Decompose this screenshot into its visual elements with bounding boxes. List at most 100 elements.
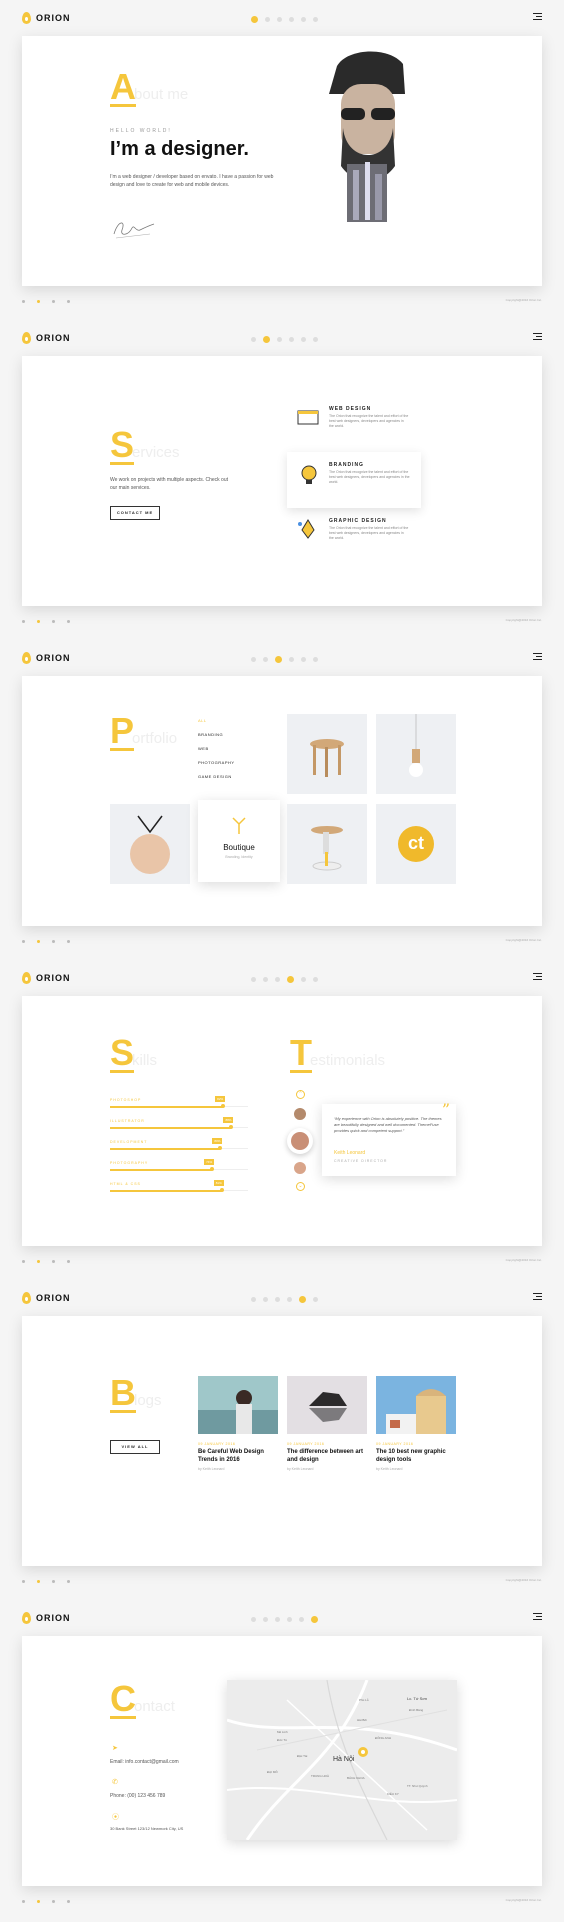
bottom-dot[interactable] — [67, 1260, 70, 1263]
bottom-dot[interactable] — [52, 940, 55, 943]
nav-dot-3[interactable] — [275, 656, 282, 663]
bottom-dot[interactable] — [37, 1900, 40, 1903]
filter-photography[interactable]: PHOTOGRAPHY — [198, 756, 235, 770]
nav-dot-1[interactable] — [251, 977, 256, 982]
contact-me-button[interactable]: CONTACT ME — [110, 506, 160, 520]
menu-icon[interactable] — [533, 1613, 542, 1622]
nav-dot-2[interactable] — [263, 657, 268, 662]
logo[interactable]: ORION — [22, 972, 71, 984]
blog-post[interactable]: 09 JANUARY 2016 The difference between a… — [287, 1376, 367, 1471]
nav-dot-1[interactable] — [251, 1297, 256, 1302]
blog-post[interactable]: 09 JANUARY 2016 The 10 best new graphic … — [376, 1376, 456, 1471]
logo[interactable]: ORION — [22, 1612, 71, 1624]
nav-dot-6[interactable] — [311, 1616, 318, 1623]
logo[interactable]: ORION — [22, 332, 71, 344]
service-item-active[interactable]: BRANDING The Orion that recognize the ta… — [287, 452, 421, 508]
nav-dot-2[interactable] — [263, 1297, 268, 1302]
nav-dot-1[interactable] — [251, 337, 256, 342]
nav-dot-2[interactable] — [263, 977, 268, 982]
nav-dot-5[interactable] — [301, 337, 306, 342]
menu-icon[interactable] — [533, 1293, 542, 1302]
bottom-dot[interactable] — [52, 300, 55, 303]
nav-dot-2[interactable] — [265, 17, 270, 22]
bottom-dot[interactable] — [52, 1580, 55, 1583]
portfolio-item-ct-logo[interactable]: ct — [376, 804, 456, 884]
nav-dot-4[interactable] — [287, 976, 294, 983]
bottom-dot[interactable] — [37, 1580, 40, 1583]
nav-dot-3[interactable] — [277, 337, 282, 342]
blog-post[interactable]: 09 JANUARY 2016 Be Careful Web Design Tr… — [198, 1376, 278, 1471]
nav-dot-5[interactable] — [301, 657, 306, 662]
skill-handle[interactable] — [221, 1104, 226, 1108]
avatar[interactable] — [294, 1108, 306, 1120]
skill-handle[interactable] — [229, 1125, 234, 1129]
skill-handle[interactable] — [219, 1188, 224, 1192]
nav-dot-3[interactable] — [275, 977, 280, 982]
bottom-dot[interactable] — [22, 940, 25, 943]
filter-game-design[interactable]: GAME DESIGN — [198, 770, 235, 784]
portfolio-item-stool[interactable] — [287, 714, 367, 794]
arrow-down-icon[interactable]: ⌄ — [296, 1182, 305, 1191]
logo[interactable]: ORION — [22, 1292, 71, 1304]
bottom-dot[interactable] — [67, 620, 70, 623]
view-all-button[interactable]: VIEW ALL — [110, 1440, 160, 1454]
nav-dot-6[interactable] — [313, 657, 318, 662]
nav-dot-3[interactable] — [275, 1617, 280, 1622]
contact-email[interactable]: Email: info.contact@gmail.com — [110, 1758, 179, 1766]
skill-handle[interactable] — [210, 1167, 215, 1171]
nav-dot-6[interactable] — [313, 337, 318, 342]
portfolio-item-boutique[interactable]: Boutique Branding, Identity — [198, 800, 280, 882]
nav-dot-2[interactable] — [263, 1617, 268, 1622]
arrow-up-icon[interactable]: ⌃ — [296, 1090, 305, 1099]
service-item[interactable]: GRAPHIC DESIGN The Orion that recognize … — [287, 516, 408, 552]
filter-branding[interactable]: BRANDING — [198, 728, 235, 742]
nav-dot-5[interactable] — [301, 17, 306, 22]
nav-dot-5[interactable] — [299, 1296, 306, 1303]
nav-dot-1[interactable] — [251, 16, 258, 23]
bottom-dot[interactable] — [22, 300, 25, 303]
nav-dot-2[interactable] — [263, 336, 270, 343]
portfolio-item-clock[interactable] — [110, 804, 190, 884]
bottom-dot[interactable] — [67, 1900, 70, 1903]
bottom-dot[interactable] — [52, 1260, 55, 1263]
nav-dot-3[interactable] — [277, 17, 282, 22]
filter-web[interactable]: WEB — [198, 742, 235, 756]
nav-dot-4[interactable] — [287, 1297, 292, 1302]
bottom-dot[interactable] — [37, 620, 40, 623]
avatar[interactable] — [294, 1162, 306, 1174]
portfolio-item-lamp[interactable] — [376, 714, 456, 794]
bottom-dot[interactable] — [22, 1900, 25, 1903]
bottom-dot[interactable] — [37, 1260, 40, 1263]
nav-dot-5[interactable] — [301, 977, 306, 982]
bottom-dot[interactable] — [22, 1260, 25, 1263]
filter-all[interactable]: ALL — [198, 714, 235, 728]
bottom-dot[interactable] — [37, 940, 40, 943]
contact-phone[interactable]: Phone: (00) 123 456 789 — [110, 1792, 165, 1800]
menu-icon[interactable] — [533, 973, 542, 982]
logo[interactable]: ORION — [22, 12, 71, 24]
skill-handle[interactable] — [218, 1146, 223, 1150]
bottom-dot[interactable] — [52, 620, 55, 623]
nav-dot-4[interactable] — [287, 1617, 292, 1622]
avatar-active[interactable] — [287, 1128, 313, 1154]
bottom-dot[interactable] — [67, 1580, 70, 1583]
map[interactable]: Hà Nội Lc. Tứ Sơn Đình Bảng Hải Bối Mê L… — [227, 1680, 457, 1840]
menu-icon[interactable] — [533, 333, 542, 342]
nav-dot-4[interactable] — [289, 17, 294, 22]
service-item[interactable]: WEB DESIGN The Orion that recognize the … — [287, 404, 408, 440]
nav-dot-4[interactable] — [289, 657, 294, 662]
nav-dot-3[interactable] — [275, 1297, 280, 1302]
logo[interactable]: ORION — [22, 652, 71, 664]
nav-dot-5[interactable] — [299, 1617, 304, 1622]
nav-dot-4[interactable] — [289, 337, 294, 342]
bottom-dot[interactable] — [22, 1580, 25, 1583]
bottom-dot[interactable] — [52, 1900, 55, 1903]
nav-dot-6[interactable] — [313, 977, 318, 982]
nav-dot-6[interactable] — [313, 1297, 318, 1302]
portfolio-item-side-table[interactable] — [287, 804, 367, 884]
bottom-dot[interactable] — [37, 300, 40, 303]
menu-icon[interactable] — [533, 13, 542, 22]
bottom-dot[interactable] — [22, 620, 25, 623]
nav-dot-1[interactable] — [251, 1617, 256, 1622]
nav-dot-6[interactable] — [313, 17, 318, 22]
